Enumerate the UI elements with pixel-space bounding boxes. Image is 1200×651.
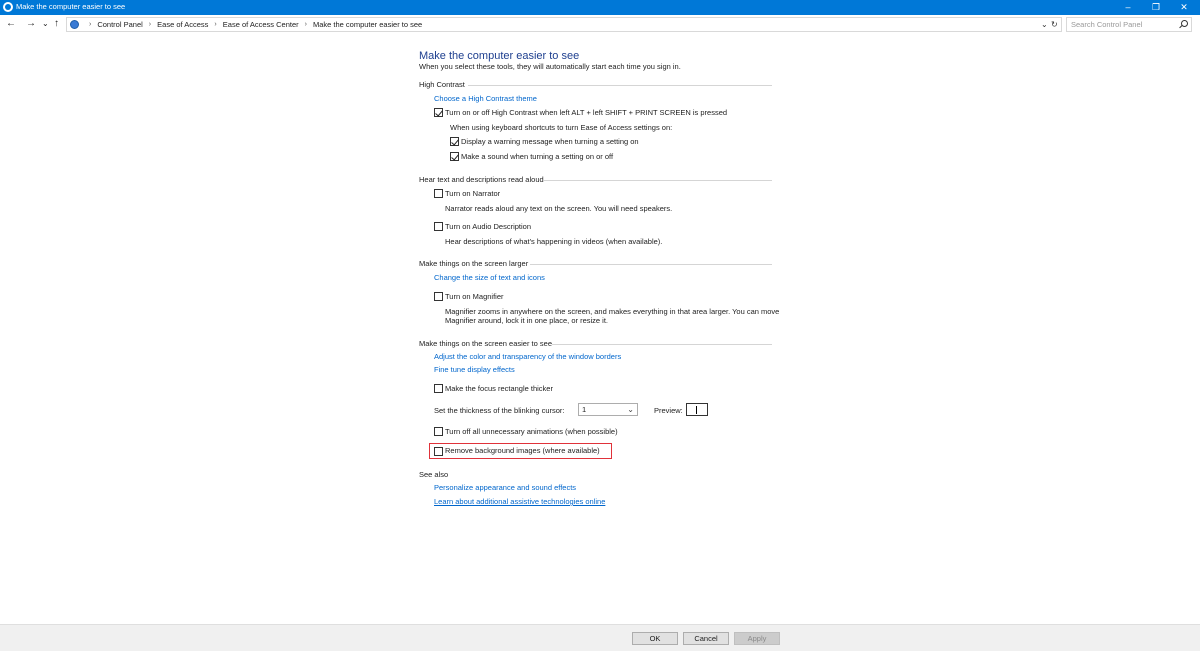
cursor-thickness-select[interactable]: 1 ⌄ — [578, 403, 638, 416]
magnifier-label[interactable]: Turn on Magnifier — [445, 292, 504, 302]
breadcrumb-control-panel[interactable]: Control Panel — [97, 20, 142, 30]
breadcrumb-current-page[interactable]: Make the computer easier to see — [313, 20, 422, 30]
control-panel-icon — [70, 20, 79, 29]
cursor-thickness-value: 1 — [582, 405, 587, 414]
breadcrumb-ease-of-access-center[interactable]: Ease of Access Center — [223, 20, 299, 30]
minimize-button[interactable]: – — [1114, 0, 1142, 15]
section-heading-high-contrast: High Contrast — [419, 80, 465, 89]
background-images-checkbox[interactable] — [434, 447, 443, 456]
section-divider — [543, 180, 772, 181]
section-divider — [468, 85, 772, 86]
title-bar: Make the computer easier to see – ❐ ✕ — [0, 0, 1200, 15]
address-toolbar: ← → ⌄ ↑ › Control Panel › Ease of Access… — [0, 15, 1200, 34]
audio-description-label[interactable]: Turn on Audio Description — [445, 222, 531, 232]
focus-rectangle-checkbox[interactable] — [434, 384, 443, 393]
control-panel-app-icon — [3, 2, 13, 12]
choose-high-contrast-theme-link[interactable]: Choose a High Contrast theme — [434, 94, 537, 104]
animations-checkbox[interactable] — [434, 427, 443, 436]
restore-button[interactable]: ❐ — [1142, 0, 1170, 15]
refresh-icon[interactable]: ↻ — [1051, 20, 1058, 30]
section-heading-see-also: See also — [419, 470, 449, 479]
address-dropdown-chevron-icon[interactable]: ⌄ — [1041, 20, 1048, 30]
high-contrast-shortcut-label[interactable]: Turn on or off High Contrast when left A… — [445, 108, 727, 118]
shortcut-note: When using keyboard shortcuts to turn Ea… — [450, 123, 673, 132]
animations-label[interactable]: Turn off all unnecessary animations (whe… — [445, 427, 618, 437]
close-button[interactable]: ✕ — [1170, 0, 1198, 15]
personalize-appearance-link[interactable]: Personalize appearance and sound effects — [434, 483, 576, 493]
ok-button[interactable]: OK — [632, 632, 678, 645]
section-divider — [530, 264, 772, 265]
background-images-label[interactable]: Remove background images (where availabl… — [445, 446, 600, 456]
assistive-technologies-link[interactable]: Learn about additional assistive technol… — [434, 497, 605, 507]
breadcrumb-ease-of-access[interactable]: Ease of Access — [157, 20, 208, 30]
audio-description-description: Hear descriptions of what's happening in… — [445, 237, 663, 246]
change-size-text-icons-link[interactable]: Change the size of text and icons — [434, 273, 545, 283]
section-divider — [552, 344, 772, 345]
narrator-checkbox[interactable] — [434, 189, 443, 198]
breadcrumb-separator: › — [89, 21, 92, 28]
make-sound-checkbox[interactable] — [450, 152, 459, 161]
preview-label: Preview: — [654, 406, 683, 415]
breadcrumb: › Control Panel › Ease of Access › Ease … — [83, 20, 422, 30]
magnifier-description-line-2: Magnifier around, lock it in one place, … — [445, 316, 608, 325]
back-arrow-icon[interactable]: ← — [6, 18, 16, 30]
dialog-footer: OK Cancel Apply — [0, 624, 1200, 651]
warning-message-checkbox[interactable] — [450, 137, 459, 146]
section-heading-easier-to-see: Make things on the screen easier to see — [419, 339, 552, 348]
address-bar[interactable]: › Control Panel › Ease of Access › Ease … — [66, 17, 1062, 32]
main-content: Make the computer easier to see When you… — [0, 34, 1200, 624]
search-box[interactable]: Search Control Panel — [1066, 17, 1192, 32]
make-sound-label[interactable]: Make a sound when turning a setting on o… — [461, 152, 613, 162]
high-contrast-shortcut-checkbox[interactable] — [434, 108, 443, 117]
cursor-preview-box — [686, 403, 708, 416]
cursor-thickness-label: Set the thickness of the blinking cursor… — [434, 406, 565, 415]
breadcrumb-separator: › — [148, 21, 152, 28]
search-placeholder: Search Control Panel — [1071, 20, 1143, 29]
audio-description-checkbox[interactable] — [434, 222, 443, 231]
fine-tune-display-effects-link[interactable]: Fine tune display effects — [434, 365, 515, 375]
recent-locations-chevron-icon[interactable]: ⌄ — [42, 18, 49, 30]
narrator-description: Narrator reads aloud any text on the scr… — [445, 204, 673, 213]
adjust-window-borders-link[interactable]: Adjust the color and transparency of the… — [434, 352, 621, 362]
section-heading-larger: Make things on the screen larger — [419, 259, 529, 268]
magnifier-checkbox[interactable] — [434, 292, 443, 301]
breadcrumb-separator: › — [214, 21, 217, 28]
cancel-button[interactable]: Cancel — [683, 632, 729, 645]
apply-button[interactable]: Apply — [734, 632, 780, 645]
breadcrumb-separator: › — [304, 21, 307, 28]
page-subtitle: When you select these tools, they will a… — [419, 62, 681, 71]
narrator-label[interactable]: Turn on Narrator — [445, 189, 500, 199]
focus-rectangle-label[interactable]: Make the focus rectangle thicker — [445, 384, 553, 394]
section-heading-hear-text: Hear text and descriptions read aloud — [419, 175, 544, 184]
forward-arrow-icon[interactable]: → — [26, 18, 36, 30]
search-icon[interactable] — [1181, 20, 1188, 27]
window-title: Make the computer easier to see — [16, 2, 126, 11]
up-arrow-icon[interactable]: ↑ — [54, 18, 59, 30]
warning-message-label[interactable]: Display a warning message when turning a… — [461, 137, 639, 147]
chevron-down-icon: ⌄ — [627, 405, 634, 414]
